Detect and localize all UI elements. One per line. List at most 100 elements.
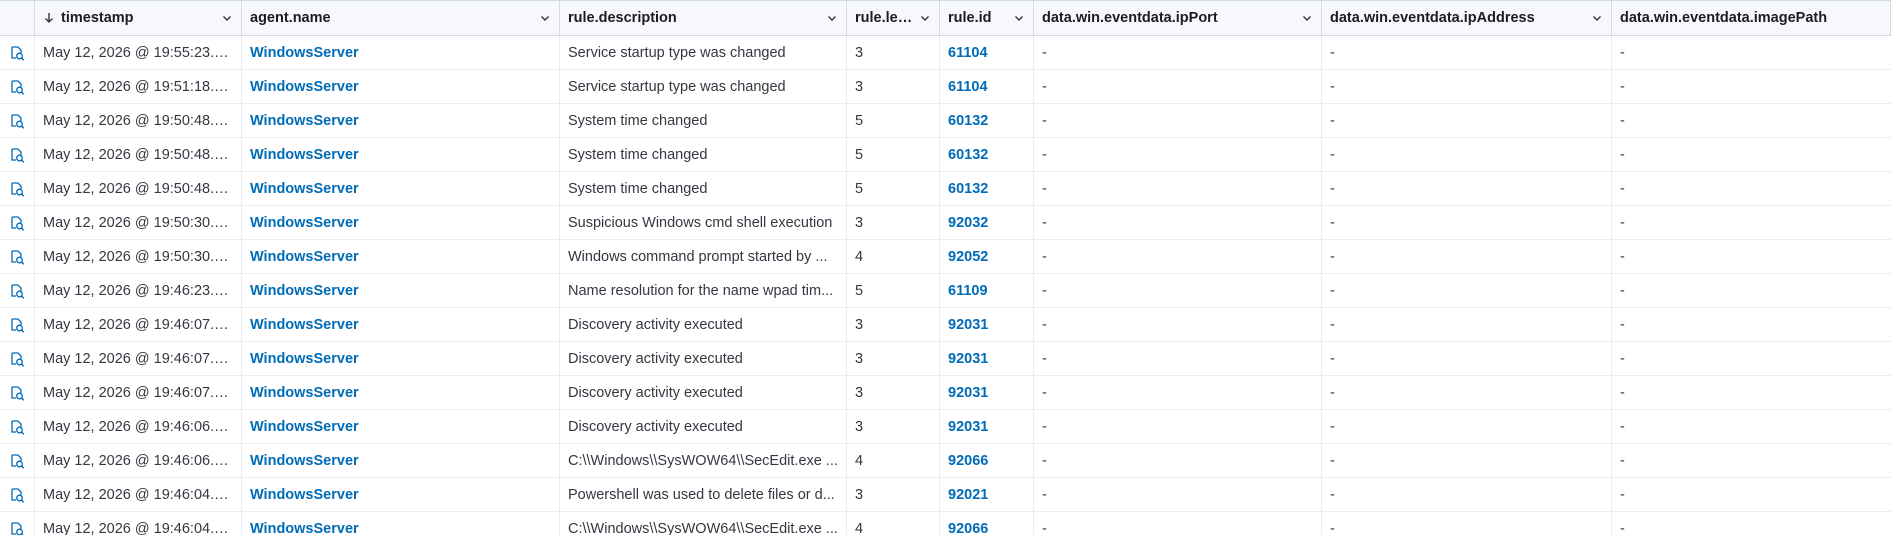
- rule-id-link[interactable]: 61104: [948, 45, 988, 61]
- ipaddress-value: -: [1330, 282, 1335, 299]
- cell-ipaddress: -: [1322, 104, 1612, 137]
- rule-id-link[interactable]: 60132: [948, 147, 988, 163]
- timestamp-value: May 12, 2026 @ 19:51:18.6...: [43, 78, 233, 95]
- cell-agent-name: WindowsServer: [242, 342, 560, 375]
- agent-name-link[interactable]: WindowsServer: [250, 385, 359, 401]
- chevron-down-icon[interactable]: [919, 12, 931, 24]
- inspect-document-icon[interactable]: [8, 316, 26, 334]
- timestamp-value: May 12, 2026 @ 19:46:07.5...: [43, 316, 233, 333]
- cell-timestamp: May 12, 2026 @ 19:46:07.4...: [35, 376, 242, 409]
- rule-id-link[interactable]: 92066: [948, 521, 988, 535]
- column-header-ipaddress[interactable]: data.win.eventdata.ipAddress: [1322, 1, 1612, 35]
- inspect-document-icon[interactable]: [8, 78, 26, 96]
- rule-description-value: System time changed: [568, 112, 708, 129]
- agent-name-link[interactable]: WindowsServer: [250, 487, 359, 503]
- arrow-down-icon[interactable]: [43, 12, 55, 24]
- chevron-down-icon[interactable]: [826, 12, 838, 24]
- timestamp-value: May 12, 2026 @ 19:50:48.2...: [43, 180, 233, 197]
- rule-id-link[interactable]: 60132: [948, 181, 988, 197]
- timestamp-value: May 12, 2026 @ 19:46:06.5...: [43, 418, 233, 435]
- timestamp-value: May 12, 2026 @ 19:46:07.4...: [43, 384, 233, 401]
- rule-id-link[interactable]: 92032: [948, 215, 988, 231]
- inspect-document-icon[interactable]: [8, 282, 26, 300]
- agent-name-link[interactable]: WindowsServer: [250, 113, 359, 129]
- chevron-down-icon[interactable]: [1013, 12, 1025, 24]
- column-header-ipport[interactable]: data.win.eventdata.ipPort: [1034, 1, 1322, 35]
- rule-level-value: 4: [855, 452, 864, 469]
- agent-name-link[interactable]: WindowsServer: [250, 521, 359, 535]
- rule-id-link[interactable]: 92052: [948, 249, 988, 265]
- column-header-rule-id[interactable]: rule.id: [940, 1, 1034, 35]
- rule-description-value: Windows command prompt started by ...: [568, 248, 828, 265]
- rule-level-value: 3: [855, 44, 864, 61]
- imagepath-value: -: [1620, 384, 1625, 401]
- cell-rule-id: 92031: [940, 342, 1034, 375]
- chevron-down-icon[interactable]: [1591, 12, 1603, 24]
- inspect-document-icon[interactable]: [8, 214, 26, 232]
- imagepath-value: -: [1620, 214, 1625, 231]
- imagepath-value: -: [1620, 248, 1625, 265]
- column-header-agent-name[interactable]: agent.name: [242, 1, 560, 35]
- rule-id-link[interactable]: 61109: [948, 283, 988, 299]
- inspect-document-icon[interactable]: [8, 452, 26, 470]
- rule-id-link[interactable]: 92031: [948, 385, 988, 401]
- rule-id-link[interactable]: 92021: [948, 487, 988, 503]
- chevron-down-icon[interactable]: [221, 12, 233, 24]
- agent-name-link[interactable]: WindowsServer: [250, 181, 359, 197]
- cell-rule-description: Discovery activity executed: [560, 376, 847, 409]
- rule-level-value: 5: [855, 146, 864, 163]
- cell-rule-description: Windows command prompt started by ...: [560, 240, 847, 273]
- table-row: May 12, 2026 @ 19:46:04.8... WindowsServ…: [0, 512, 1891, 535]
- rule-id-link[interactable]: 92031: [948, 419, 988, 435]
- column-header-imagepath[interactable]: data.win.eventdata.imagePath: [1612, 1, 1891, 35]
- rule-level-value: 4: [855, 520, 864, 535]
- inspect-document-icon[interactable]: [8, 418, 26, 436]
- agent-name-link[interactable]: WindowsServer: [250, 215, 359, 231]
- ipport-value: -: [1042, 282, 1047, 299]
- inspect-document-icon[interactable]: [8, 112, 26, 130]
- ipaddress-value: -: [1330, 384, 1335, 401]
- agent-name-link[interactable]: WindowsServer: [250, 317, 359, 333]
- inspect-document-icon[interactable]: [8, 384, 26, 402]
- row-action-cell: [0, 206, 35, 239]
- rule-id-link[interactable]: 92066: [948, 453, 988, 469]
- inspect-document-icon[interactable]: [8, 44, 26, 62]
- inspect-document-icon[interactable]: [8, 486, 26, 504]
- rule-id-link[interactable]: 60132: [948, 113, 988, 129]
- cell-ipport: -: [1034, 104, 1322, 137]
- inspect-document-icon[interactable]: [8, 248, 26, 266]
- inspect-document-icon[interactable]: [8, 520, 26, 535]
- rule-level-value: 3: [855, 418, 864, 435]
- row-action-cell: [0, 36, 35, 69]
- chevron-down-icon[interactable]: [1301, 12, 1313, 24]
- inspect-document-icon[interactable]: [8, 350, 26, 368]
- row-action-cell: [0, 342, 35, 375]
- cell-agent-name: WindowsServer: [242, 104, 560, 137]
- chevron-down-icon[interactable]: [539, 12, 551, 24]
- cell-agent-name: WindowsServer: [242, 410, 560, 443]
- column-header-timestamp[interactable]: timestamp: [35, 1, 242, 35]
- timestamp-value: May 12, 2026 @ 19:50:30.3...: [43, 214, 233, 231]
- column-header-rule-description[interactable]: rule.description: [560, 1, 847, 35]
- rule-id-link[interactable]: 92031: [948, 317, 988, 333]
- rule-id-link[interactable]: 92031: [948, 351, 988, 367]
- inspect-document-icon[interactable]: [8, 146, 26, 164]
- cell-ipport: -: [1034, 70, 1322, 103]
- agent-name-link[interactable]: WindowsServer: [250, 283, 359, 299]
- table-row: May 12, 2026 @ 19:50:48.3... WindowsServ…: [0, 138, 1891, 172]
- agent-name-link[interactable]: WindowsServer: [250, 45, 359, 61]
- agent-name-link[interactable]: WindowsServer: [250, 351, 359, 367]
- imagepath-value: -: [1620, 112, 1625, 129]
- imagepath-value: -: [1620, 146, 1625, 163]
- inspect-document-icon[interactable]: [8, 180, 26, 198]
- column-header-rule-level[interactable]: rule.level: [847, 1, 940, 35]
- agent-name-link[interactable]: WindowsServer: [250, 147, 359, 163]
- agent-name-link[interactable]: WindowsServer: [250, 453, 359, 469]
- rule-id-link[interactable]: 61104: [948, 79, 988, 95]
- cell-rule-level: 5: [847, 104, 940, 137]
- agent-name-link[interactable]: WindowsServer: [250, 419, 359, 435]
- cell-rule-description: Service startup type was changed: [560, 70, 847, 103]
- row-action-cell: [0, 70, 35, 103]
- agent-name-link[interactable]: WindowsServer: [250, 249, 359, 265]
- agent-name-link[interactable]: WindowsServer: [250, 79, 359, 95]
